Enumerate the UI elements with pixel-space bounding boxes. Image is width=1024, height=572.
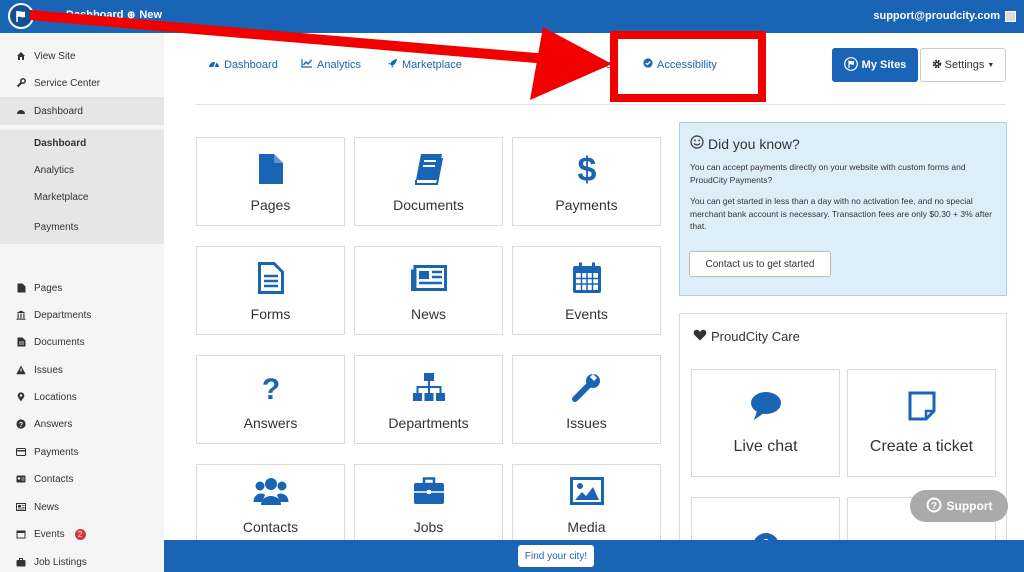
support-button[interactable]: ? Support <box>910 490 1008 522</box>
svg-text:?: ? <box>930 501 936 512</box>
bottom-bar: Find your city! <box>164 540 1024 572</box>
help-circle-icon: ? <box>926 497 942 516</box>
find-your-city-button[interactable]: Find your city! <box>518 545 594 567</box>
annotation-arrow <box>29 10 612 100</box>
